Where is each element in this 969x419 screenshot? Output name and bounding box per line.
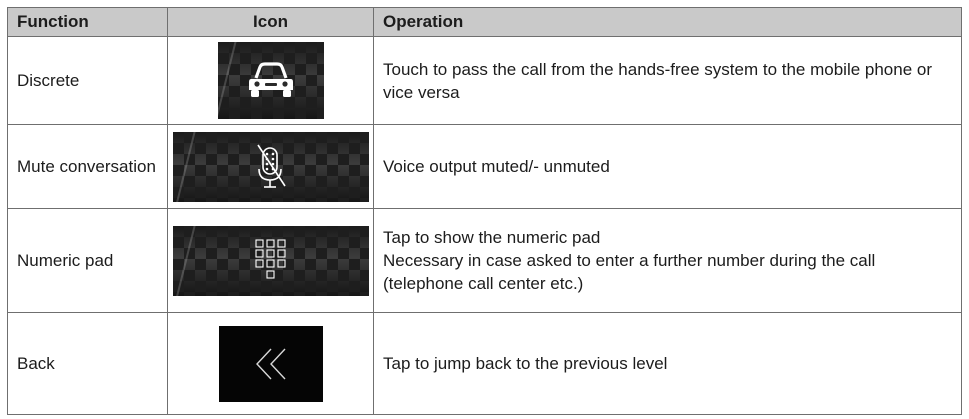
icon-cell — [167, 124, 374, 209]
function-name: Back — [7, 312, 168, 415]
operation-text: Voice output muted/- unmuted — [373, 124, 962, 209]
function-name: Numeric pad — [7, 208, 168, 313]
table-row: Numeric pad Tap to show the numeric pad … — [7, 208, 962, 313]
table-row: Back Tap to jump back to the previous le… — [7, 312, 962, 415]
operation-text: Touch to pass the call from the hands-fr… — [373, 36, 962, 125]
icon-cell — [167, 36, 374, 125]
mute-conversation-button[interactable] — [172, 131, 369, 202]
table-row: Mute conversation Voice output muted/- u… — [7, 124, 962, 209]
operation-text: Tap to show the numeric pad Necessary in… — [373, 208, 962, 313]
car-icon — [248, 61, 293, 97]
operation-text: Tap to jump back to the previous level — [373, 312, 962, 415]
header-row: Function Icon Operation — [7, 7, 962, 37]
keypad-icon — [254, 238, 286, 279]
icon-cell — [167, 208, 374, 313]
double-chevron-left-icon — [255, 348, 286, 379]
function-table: Function Icon Operation Discrete Touch t… — [7, 7, 962, 415]
operation-line: Tap to show the numeric pad — [383, 228, 601, 247]
function-name: Mute conversation — [7, 124, 168, 209]
header-operation: Operation — [373, 7, 962, 37]
numeric-pad-button[interactable] — [172, 225, 369, 296]
operation-line: Necessary in case asked to enter a furth… — [383, 251, 876, 293]
icon-cell — [167, 312, 374, 415]
back-button[interactable] — [218, 325, 323, 402]
function-name: Discrete — [7, 36, 168, 125]
header-function: Function — [7, 7, 168, 37]
header-icon: Icon — [167, 7, 374, 37]
table-row: Discrete Touch to pass the call from the… — [7, 36, 962, 125]
discrete-button[interactable] — [217, 42, 324, 119]
microphone-muted-icon — [256, 144, 286, 188]
